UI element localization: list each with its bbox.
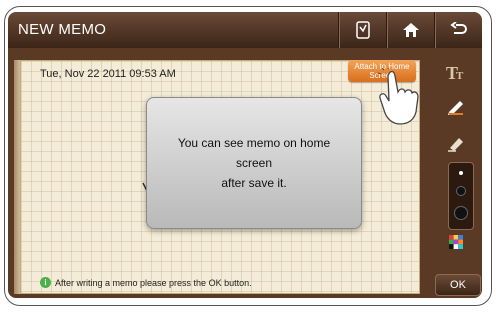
brush-size-selector[interactable] [448, 162, 474, 230]
tap-hand-icon [377, 66, 424, 133]
title-bar: NEW MEMO [8, 12, 482, 48]
color-palette-button[interactable] [440, 232, 472, 256]
pen-tool-button[interactable] [440, 96, 472, 120]
pen-tool-icon [446, 96, 466, 121]
home-button[interactable] [386, 12, 435, 48]
eraser-tool-button[interactable] [440, 134, 472, 158]
popup-message-line1: You can see memo on home screen [177, 136, 331, 170]
memo-edit-icon [355, 21, 371, 39]
memo-date: Tue, Nov 22 2011 09:53 AM [40, 68, 176, 80]
home-icon [402, 22, 420, 38]
svg-text:T: T [456, 70, 464, 82]
color-palette-icon [449, 234, 463, 254]
brush-size-small[interactable] [459, 171, 463, 175]
ok-button[interactable]: OK [435, 274, 481, 296]
eraser-tool-icon [446, 134, 466, 159]
popup-message-line2: after save it. [221, 176, 287, 190]
hint-bar: i After writing a memo please press the … [40, 277, 252, 288]
info-icon: i [40, 277, 51, 288]
hint-text: After writing a memo please press the OK… [55, 277, 252, 288]
brush-size-medium[interactable] [457, 187, 465, 195]
back-icon [450, 22, 468, 38]
brush-size-large[interactable] [455, 207, 467, 219]
page-title: NEW MEMO [18, 21, 107, 38]
text-tool-button[interactable]: TT [440, 62, 472, 86]
info-popup: You can see memo on home screen after sa… [146, 97, 362, 229]
text-tool-icon: TT [445, 62, 467, 87]
memo-edit-button[interactable] [338, 12, 387, 48]
back-button[interactable] [434, 12, 483, 48]
